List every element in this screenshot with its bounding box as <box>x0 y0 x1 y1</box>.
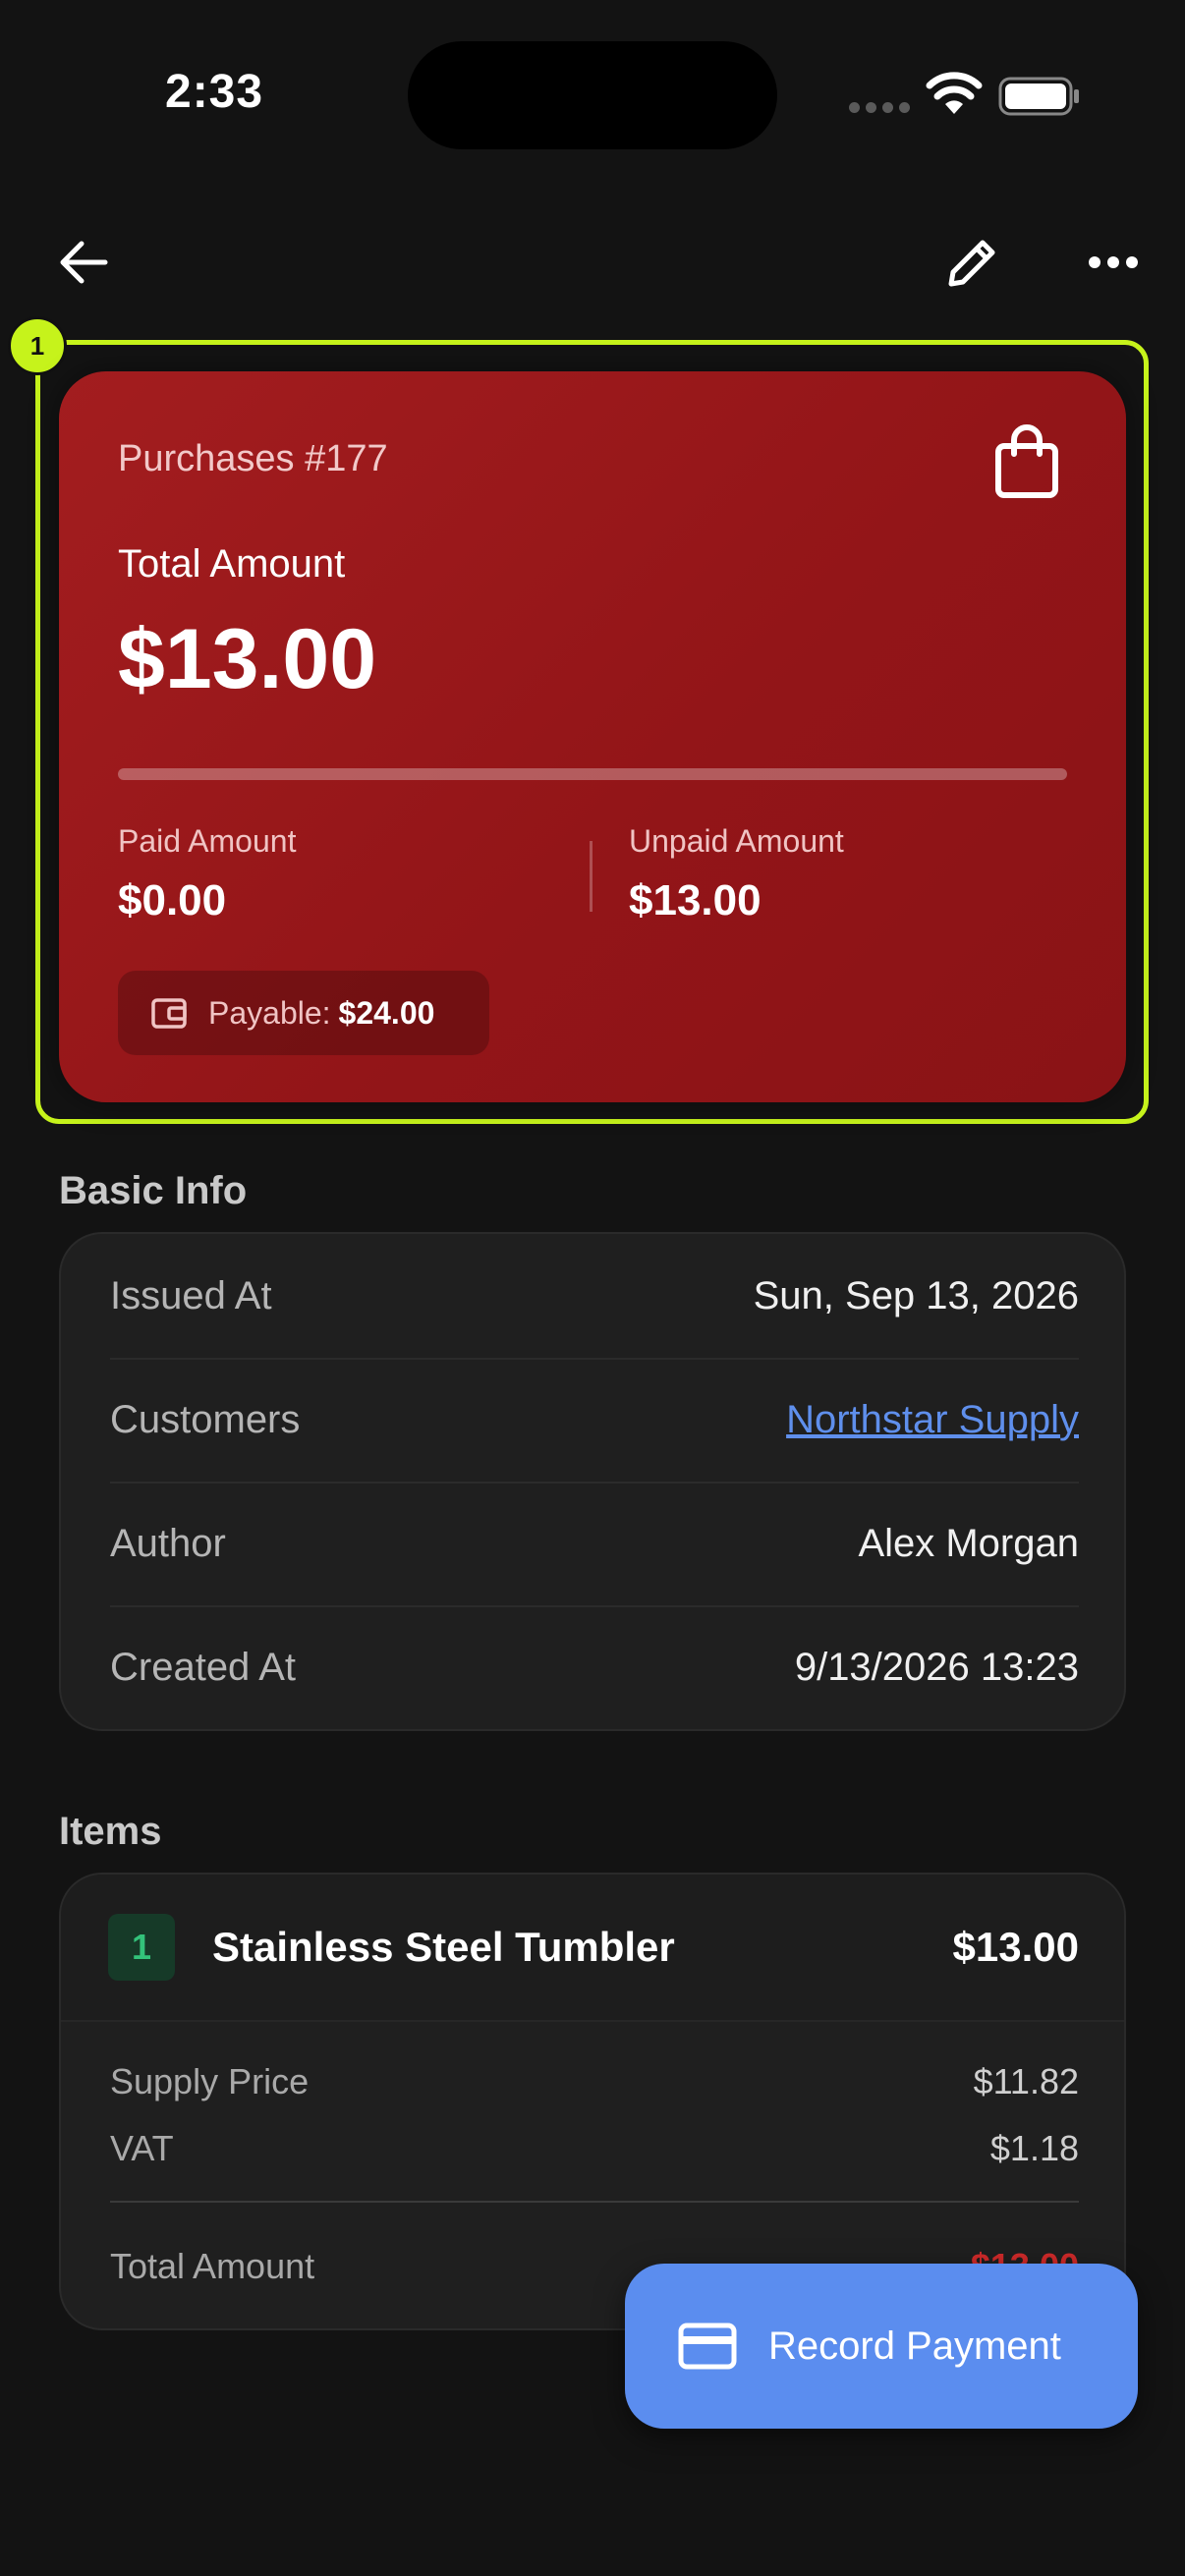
info-value: Alex Morgan <box>858 1521 1079 1565</box>
items-heading: Items <box>59 1810 162 1853</box>
item-divider <box>110 2201 1079 2203</box>
unpaid-amount-value: $13.00 <box>629 876 762 924</box>
dynamic-island <box>408 41 777 149</box>
payment-progress-bar <box>118 768 1067 780</box>
item-vat-row: VAT $1.18 <box>110 2128 1079 2169</box>
info-key: Customers <box>110 1397 301 1441</box>
edit-button[interactable] <box>938 228 1007 297</box>
record-payment-button[interactable]: Record Payment <box>625 2264 1138 2429</box>
supply-price-value: $11.82 <box>973 2061 1079 2101</box>
battery-icon <box>998 77 1079 116</box>
info-key: Author <box>110 1521 226 1565</box>
item-name: Stainless Steel Tumbler <box>212 1924 675 1970</box>
vat-value: $1.18 <box>989 2128 1079 2168</box>
more-options-button[interactable] <box>1079 228 1148 297</box>
info-row-issued-at: Issued At Sun, Sep 13, 2026 <box>110 1234 1079 1358</box>
item-price: $13.00 <box>952 1924 1079 1970</box>
customer-link[interactable]: Northstar Supply <box>786 1398 1079 1442</box>
item-index-badge: 1 <box>108 1914 175 1981</box>
total-amount-value: $13.00 <box>118 612 377 706</box>
item-total-label: Total Amount <box>110 2246 315 2286</box>
total-amount-label: Total Amount <box>118 542 346 586</box>
shopping-bag-icon <box>995 424 1058 498</box>
pencil-icon <box>948 240 995 287</box>
amount-divider <box>590 841 592 912</box>
back-button[interactable] <box>49 228 118 297</box>
info-row-author: Author Alex Morgan <box>110 1482 1079 1605</box>
highlight-badge: 1 <box>8 316 67 375</box>
supply-price-label: Supply Price <box>110 2061 310 2101</box>
payable-chip: Payable: $24.00 <box>118 971 489 1055</box>
basic-info-card: Issued At Sun, Sep 13, 2026 Customers No… <box>59 1232 1126 1731</box>
item-header[interactable]: 1 Stainless Steel Tumbler $13.00 <box>61 1875 1124 2022</box>
paid-amount-value: $0.00 <box>118 876 227 924</box>
status-time: 2:33 <box>165 66 264 118</box>
purchase-summary-card: Purchases #177 Total Amount $13.00 Paid … <box>59 371 1126 1102</box>
payable-label: Payable: <box>208 994 331 1031</box>
purchase-detail-screen: 2:33 1 Purchases #177 Total Amount $13.0… <box>0 0 1185 2576</box>
arrow-left-icon <box>60 241 108 284</box>
items-card: 1 Stainless Steel Tumbler $13.00 Supply … <box>59 1873 1126 2330</box>
info-key: Issued At <box>110 1273 272 1317</box>
info-value: 9/13/2026 13:23 <box>794 1645 1079 1689</box>
wallet-icon <box>151 998 187 1029</box>
wifi-icon <box>926 72 983 114</box>
more-horizontal-icon <box>1089 256 1138 268</box>
info-row-created-at: Created At 9/13/2026 13:23 <box>110 1605 1079 1729</box>
basic-info-heading: Basic Info <box>59 1169 248 1212</box>
record-payment-label: Record Payment <box>768 2324 1061 2368</box>
payable-value: $24.00 <box>338 994 435 1031</box>
paid-amount-label: Paid Amount <box>118 823 297 859</box>
item-supply-price-row: Supply Price $11.82 <box>110 2061 1079 2102</box>
info-key: Created At <box>110 1645 297 1689</box>
unpaid-amount-label: Unpaid Amount <box>629 823 844 859</box>
info-value: Sun, Sep 13, 2026 <box>753 1273 1079 1317</box>
vat-label: VAT <box>110 2128 174 2168</box>
purchase-number: Purchases #177 <box>118 438 388 479</box>
info-row-customers: Customers Northstar Supply <box>110 1358 1079 1482</box>
cellular-signal-icon <box>849 102 910 113</box>
credit-card-icon <box>678 2323 737 2370</box>
